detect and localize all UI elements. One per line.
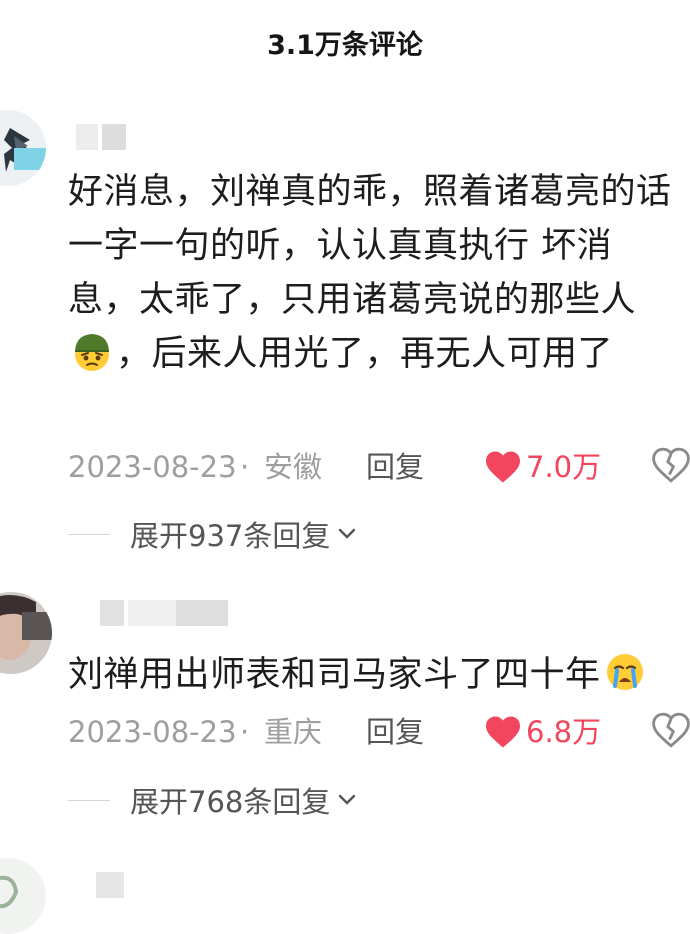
comments-header: 3.1万条评论 <box>0 0 690 86</box>
comment-text: 好消息，刘禅真的乖，照着诸葛亮的话一字一句的听，认认真真执行 坏消息，太乖了，只… <box>68 172 672 374</box>
comment-text: 刘禅用出师表和司马家斗了四十年 <box>68 648 690 702</box>
reply-button[interactable]: 回复 <box>366 447 424 487</box>
comment-meta: 2023-08-23 · 安徽 回复 7.0万 <box>68 447 690 487</box>
broken-heart-icon <box>652 712 690 748</box>
thinking-soldier-emoji <box>70 329 114 373</box>
chevron-down-icon <box>338 528 356 540</box>
expand-replies-button[interactable]: 展开937条回复 <box>68 514 356 554</box>
expand-replies-button[interactable]: 展开768条回复 <box>68 780 356 820</box>
like-button[interactable]: 6.8万 <box>484 712 601 752</box>
comment-meta: 2023-08-23 · 重庆 回复 6.8万 <box>68 712 690 752</box>
comment-date: 2023-08-23 <box>68 450 237 484</box>
divider-line <box>68 799 110 801</box>
meta-separator: · <box>240 715 250 749</box>
avatar[interactable] <box>0 858 46 934</box>
dislike-button[interactable] <box>652 712 690 758</box>
crying-emoji <box>603 650 647 694</box>
meta-separator: · <box>240 450 250 484</box>
like-button[interactable]: 7.0万 <box>484 447 601 487</box>
divider-line <box>68 533 110 535</box>
comment-location: 安徽 <box>264 450 323 484</box>
avatar[interactable] <box>0 110 46 186</box>
comment-date: 2023-08-23 <box>68 715 237 749</box>
comment-location: 重庆 <box>264 715 323 749</box>
avatar[interactable] <box>0 592 52 674</box>
expand-replies-label: 展开937条回复 <box>130 519 331 553</box>
heart-icon <box>486 716 520 748</box>
reply-button[interactable]: 回复 <box>366 712 424 752</box>
comment-count-title: 3.1万条评论 <box>267 29 423 61</box>
expand-replies-label: 展开768条回复 <box>130 785 331 819</box>
like-count: 7.0万 <box>526 450 602 484</box>
heart-icon <box>486 451 520 483</box>
chevron-down-icon <box>338 794 356 806</box>
broken-heart-icon <box>652 447 690 483</box>
dislike-button[interactable] <box>652 447 690 493</box>
like-count: 6.8万 <box>526 715 602 749</box>
